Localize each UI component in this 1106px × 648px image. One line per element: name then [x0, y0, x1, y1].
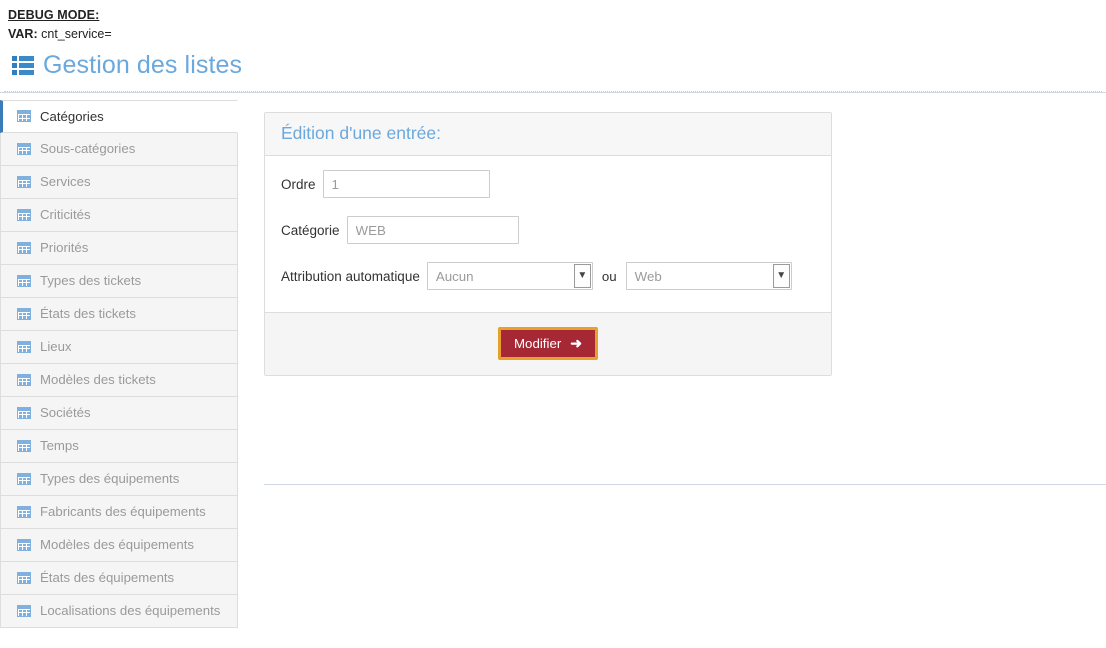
table-icon	[17, 307, 31, 320]
attribution-select-secondary[interactable]: Web ▼	[625, 262, 792, 291]
table-icon	[17, 142, 31, 155]
sidebar-item-categories[interactable]: Catégories	[0, 99, 238, 133]
sidebar-item-label: Fabricants des équipements	[40, 504, 206, 520]
attribution-select-primary-value: Aucun	[435, 268, 474, 284]
sidebar-item-services[interactable]: Services	[0, 165, 238, 199]
page-title: Gestion des listes	[0, 45, 1106, 80]
table-icon	[17, 208, 31, 221]
categorie-label: Catégorie	[281, 222, 340, 238]
ordre-input[interactable]	[322, 170, 490, 199]
sidebar-item-label: Services	[40, 174, 91, 190]
sidebar-item-lieux[interactable]: Lieux	[0, 330, 238, 364]
th-list-icon	[12, 55, 34, 75]
sidebar-item-fabricants-des-equipements[interactable]: Fabricants des équipements	[0, 495, 238, 529]
panel-footer: Modifier ➜	[265, 312, 831, 376]
form-row-ordre: Ordre	[281, 170, 815, 199]
sidebar-item-label: Modèles des équipements	[40, 537, 194, 553]
form-row-categorie: Catégorie	[281, 216, 815, 245]
chevron-down-icon: ▼	[573, 264, 591, 289]
table-icon	[17, 406, 31, 419]
sidebar-item-label: Localisations des équipements	[40, 603, 221, 619]
sidebar-item-etats-des-equipements[interactable]: États des équipements	[0, 561, 238, 595]
attribution-select-secondary-value: Web	[634, 268, 662, 284]
sidebar-item-label: Temps	[40, 438, 79, 454]
table-icon	[17, 604, 31, 617]
sidebar-item-label: Modèles des tickets	[40, 372, 156, 388]
main-column: Édition d'une entrée: Ordre Catégorie At…	[238, 92, 1106, 485]
sidebar-item-etats-des-tickets[interactable]: États des tickets	[0, 297, 238, 331]
sidebar-item-modeles-des-equipements[interactable]: Modèles des équipements	[0, 528, 238, 562]
sidebar-item-label: Priorités	[40, 240, 89, 256]
sidebar-item-label: Criticités	[40, 207, 91, 223]
chevron-down-icon: ▼	[772, 264, 790, 289]
form-row-attribution: Attribution automatique Aucun ▼ ou Web ▼	[281, 262, 815, 291]
table-icon	[17, 340, 31, 353]
sidebar-item-priorites[interactable]: Priorités	[0, 231, 238, 265]
debug-mode-label: DEBUG MODE:	[8, 8, 100, 22]
page-title-text: Gestion des listes	[43, 50, 243, 79]
sidebar-item-label: États des équipements	[40, 570, 175, 586]
debug-var-label: VAR:	[8, 27, 38, 42]
modifier-button[interactable]: Modifier ➜	[497, 327, 599, 361]
table-icon	[17, 472, 31, 485]
sidebar-item-label: Catégories	[40, 108, 104, 124]
ordre-label: Ordre	[281, 176, 316, 192]
attribution-separator: ou	[601, 268, 617, 284]
table-icon	[17, 241, 31, 254]
content-area: Catégories Sous-catégories Services Crit…	[0, 91, 1106, 628]
table-icon	[17, 274, 31, 287]
sidebar-item-temps[interactable]: Temps	[0, 429, 238, 463]
table-icon	[17, 110, 31, 123]
sidebar-item-modeles-des-tickets[interactable]: Modèles des tickets	[0, 363, 238, 397]
sidebar-item-societes[interactable]: Sociétés	[0, 396, 238, 430]
attribution-select-primary[interactable]: Aucun ▼	[426, 262, 593, 291]
sidebar-item-sous-categories[interactable]: Sous-catégories	[0, 132, 238, 166]
attribution-label: Attribution automatique	[281, 268, 420, 284]
sidebar: Catégories Sous-catégories Services Crit…	[0, 99, 238, 628]
arrow-right-icon: ➜	[570, 335, 583, 352]
sidebar-item-label: Sous-catégories	[40, 141, 136, 157]
content-bottom-divider	[264, 483, 1106, 485]
sidebar-item-criticites[interactable]: Criticités	[0, 198, 238, 232]
sidebar-item-types-des-tickets[interactable]: Types des tickets	[0, 264, 238, 298]
sidebar-item-localisations-des-equipements[interactable]: Localisations des équipements	[0, 594, 238, 628]
sidebar-item-label: Types des tickets	[40, 273, 142, 289]
sidebar-item-label: Types des équipements	[40, 471, 180, 487]
sidebar-item-label: États des tickets	[40, 306, 137, 322]
debug-var-value: cnt_service=	[41, 27, 112, 42]
table-icon	[17, 505, 31, 518]
table-icon	[17, 175, 31, 188]
table-icon	[17, 439, 31, 452]
debug-var-line: VAR: cnt_service=	[8, 27, 112, 41]
sidebar-item-label: Lieux	[40, 339, 72, 355]
panel-title: Édition d'une entrée:	[281, 122, 441, 143]
edit-entry-panel: Édition d'une entrée: Ordre Catégorie At…	[264, 111, 832, 377]
table-icon	[17, 373, 31, 386]
panel-body: Ordre Catégorie Attribution automatique …	[265, 156, 831, 312]
sidebar-item-types-des-equipements[interactable]: Types des équipements	[0, 462, 238, 496]
table-icon	[17, 571, 31, 584]
sidebar-item-label: Sociétés	[40, 405, 91, 421]
table-icon	[17, 538, 31, 551]
debug-banner: DEBUG MODE: VAR: cnt_service=	[0, 0, 1106, 45]
panel-header: Édition d'une entrée:	[265, 112, 831, 157]
modifier-button-label: Modifier	[513, 335, 562, 351]
categorie-input[interactable]	[346, 216, 519, 245]
